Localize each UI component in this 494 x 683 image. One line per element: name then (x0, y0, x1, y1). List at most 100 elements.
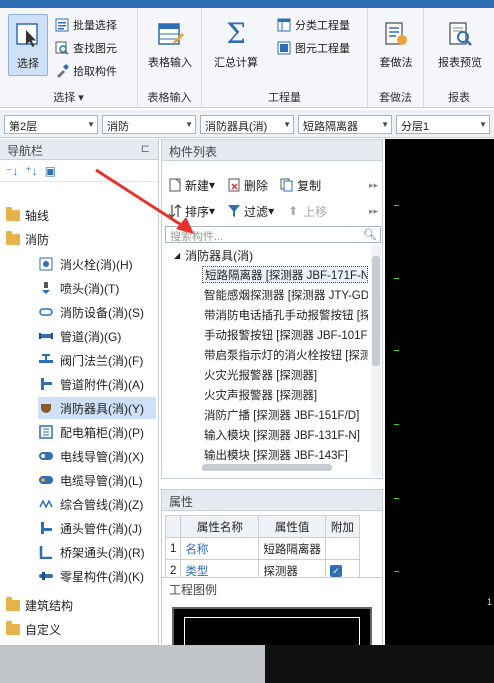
settings-icon[interactable]: ▣ (45, 164, 56, 178)
nav-category-architecture[interactable]: 建筑结构 (6, 595, 73, 615)
discipline-select[interactable]: 消防 ▼ (102, 115, 196, 134)
component-item[interactable]: 火灾声报警器 [探测器] (202, 386, 368, 403)
element-quantity-button[interactable]: 图元工程量 (276, 39, 350, 57)
report-preview-button[interactable]: 报表预览 (430, 18, 490, 70)
pin-icon[interactable]: ⊏ (141, 142, 150, 155)
component-list-hscrollbar[interactable] (202, 462, 368, 472)
toolbar-overflow-icon[interactable]: ▸▸ (369, 206, 378, 217)
sprinkler-icon (38, 280, 54, 296)
grid-tick (394, 205, 399, 206)
wire-conduit-icon (38, 448, 54, 464)
nav-item-tee-fitting[interactable]: 通头管件(消)(J) (38, 517, 156, 539)
component-item[interactable]: 输出模块 [探测器 JBF-143F] (202, 446, 368, 463)
table-row[interactable]: 1 名称 短路隔离器 (164, 537, 360, 560)
row-index: 1 (164, 537, 182, 560)
bottom-overlay (0, 645, 494, 683)
table-input-button-label: 表格输入 (148, 57, 192, 69)
nav-item-pipe[interactable]: 管道(消)(G) (38, 325, 156, 347)
category-quantity-button[interactable]: 分类工程量 (276, 16, 350, 34)
properties-panel: 属性 属性名称 属性值 附加 1 名称 短路隔离器 2 类型 探测器 ✓ (161, 489, 383, 582)
table-input-button[interactable]: 表格输入 (142, 18, 198, 70)
eyedropper-icon (54, 63, 70, 79)
component-item[interactable]: 带启泵指示灯的消火栓按钮 [探测 (202, 346, 368, 363)
cable-conduit-icon (38, 472, 54, 488)
find-element-button[interactable]: 查找图元 (54, 39, 117, 57)
new-button[interactable]: 新建 ▾ (168, 177, 215, 194)
nav-item-pipe-accessory[interactable]: 管道附件(消)(A) (38, 373, 156, 395)
element-quantity-icon (276, 40, 292, 56)
nav-item-combined-pipeline[interactable]: 综合管线(消)(Z) (38, 493, 156, 515)
find-element-label: 查找图元 (73, 43, 117, 55)
select-button[interactable]: 选择 (8, 14, 48, 76)
pick-component-button[interactable]: 拾取构件 (54, 62, 117, 80)
component-type-select[interactable]: 消防器具(消) ▼ (200, 115, 294, 134)
component-item[interactable]: 输入模块 [探测器 JBF-131F-N] (202, 426, 368, 443)
nav-item-fire-equipment[interactable]: 消防设备(消)(S) (38, 301, 156, 323)
component-list-vscrollbar[interactable] (371, 246, 381, 476)
ribbon-group-table-input-label: 表格输入 (147, 92, 192, 104)
component-toolbar-row2: 排序 ▾ 过滤 ▾ ⬆ 上移 ▸▸ (162, 199, 382, 223)
nav-item-cable-conduit[interactable]: 电缆导管(消)(L) (38, 469, 156, 491)
component-item[interactable]: 手动报警按钮 [探测器 JBF-101F (202, 326, 368, 343)
nav-item-wire-conduit[interactable]: 电线导管(消)(X) (38, 445, 156, 467)
component-search-input[interactable]: 搜索构件... 🔍︎ (165, 226, 381, 243)
hydrant-icon (38, 256, 54, 272)
component-select[interactable]: 短路隔离器 ▼ (298, 115, 392, 134)
checkbox-checked-icon[interactable]: ✓ (329, 564, 342, 577)
property-extra (324, 537, 360, 560)
pipe-icon (38, 328, 54, 344)
component-item[interactable]: 智能感烟探测器 [探测器 JTY-GD (202, 286, 368, 303)
property-value[interactable]: 短路隔离器 (258, 537, 326, 560)
move-up-button[interactable]: ⬆ 上移 (286, 203, 327, 220)
floor-select[interactable]: 第2层 ▼ (4, 115, 98, 134)
nav-item-valve-flange[interactable]: 阀门法兰(消)(F) (38, 349, 156, 371)
ribbon-group-report-label: 报表 (448, 92, 470, 104)
summary-calc-button[interactable]: Σ 汇总计算 (208, 18, 264, 70)
nav-item-sprinkler[interactable]: 喷头(消)(T) (38, 277, 156, 299)
component-toolbar-row1: 新建 ▾ 删除 复制 ▸▸ (162, 173, 382, 197)
ribbon-group-select-label: 选择 ▾ (53, 92, 84, 104)
batch-select-button[interactable]: 批量选择 (54, 16, 117, 34)
collapse-triangle-icon[interactable]: ◢ (174, 251, 180, 260)
nav-category-fire[interactable]: 消防 (6, 229, 49, 249)
component-list-title: 构件列表 (162, 140, 382, 161)
ribbon-group-table-input: 表格输入 表格输入 (138, 8, 202, 108)
expand-all-icon[interactable]: ⁺↓ (25, 164, 37, 178)
chevron-down-icon: ▼ (185, 120, 193, 129)
toolbar-overflow-icon[interactable]: ▸▸ (369, 180, 378, 191)
component-item[interactable]: 短路隔离器 [探测器 JBF-171F-N (202, 266, 368, 283)
component-group-header[interactable]: ◢ 消防器具(消) (174, 247, 253, 264)
report-preview-icon (444, 18, 476, 50)
apply-method-button[interactable]: 套做法 (372, 18, 420, 70)
grid-tick (394, 424, 399, 425)
component-item[interactable]: 火灾光报警器 [探测器] (202, 366, 368, 383)
search-icon[interactable]: 🔍︎ (363, 228, 377, 241)
delete-button[interactable]: 删除 (227, 177, 268, 194)
copy-icon (280, 178, 294, 192)
collapse-all-icon[interactable]: ⁻↓ (6, 164, 18, 178)
ribbon-group-quantity: Σ 汇总计算 分类工程量 图元工程量 工程量 (202, 8, 368, 108)
nav-category-custom[interactable]: 自定义 (6, 619, 61, 639)
apply-method-label: 套做法 (379, 57, 413, 69)
sort-button[interactable]: 排序 ▾ (168, 203, 215, 220)
drawing-canvas[interactable]: 1 (385, 139, 494, 645)
select-button-label: 选择 (17, 58, 39, 70)
nav-item-misc-component[interactable]: 零星构件(消)(K) (38, 565, 156, 587)
component-item[interactable]: 消防广播 [探测器 JBF-151F/D] (202, 406, 368, 423)
folder-icon (6, 596, 20, 611)
nav-item-fire-device[interactable]: 消防器具(消)(Y) (38, 397, 156, 419)
cursor-select-icon (12, 19, 44, 51)
ribbon: 选择 批量选择 查找图元 拾取构件 选择 ▾ 表格输入 表格输入 Σ 汇总计算 … (0, 8, 494, 108)
properties-title: 属性 (162, 490, 382, 511)
filter-button[interactable]: 过滤 ▾ (227, 203, 274, 220)
copy-button[interactable]: 复制 (280, 177, 321, 194)
layer-select[interactable]: 分层1 ▼ (396, 115, 490, 134)
nav-item-distribution-box[interactable]: 配电箱柜(消)(P) (38, 421, 156, 443)
nav-item-hydrant[interactable]: 消火栓(消)(H) (38, 253, 156, 275)
nav-item-tray-tee[interactable]: 桥架通头(消)(R) (38, 541, 156, 563)
filter-icon (227, 204, 241, 218)
nav-category-axis[interactable]: 轴线 (6, 205, 49, 225)
apply-method-icon (380, 18, 412, 50)
grid-tick (394, 571, 399, 572)
component-item[interactable]: 带消防电话插孔手动报警按钮 [探 (202, 306, 368, 323)
